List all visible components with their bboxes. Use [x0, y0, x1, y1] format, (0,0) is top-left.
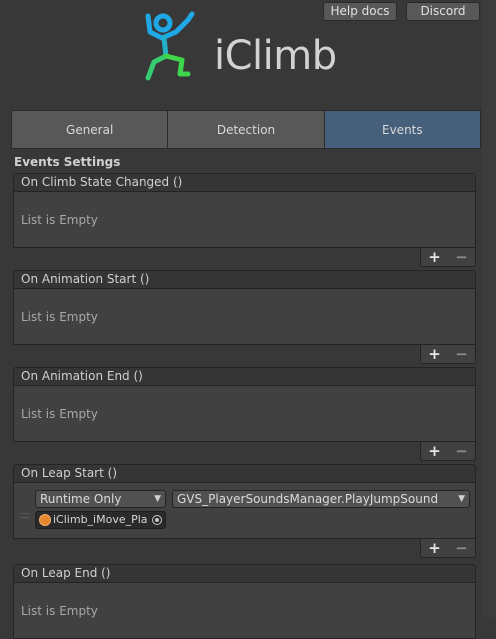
remove-button[interactable]: −	[455, 345, 468, 363]
discord-button[interactable]: Discord	[406, 2, 480, 21]
empty-list-text: List is Empty	[13, 192, 476, 248]
target-object-field[interactable]: iClimb_iMove_Pla	[35, 511, 166, 529]
target-object-value: iClimb_iMove_Pla	[53, 513, 148, 526]
tab-bar: General Detection Events	[11, 110, 481, 149]
dropdown-arrow-icon: ▼	[458, 494, 465, 504]
object-picker-icon[interactable]	[152, 515, 162, 525]
list-controls: + −	[420, 442, 476, 461]
drag-handle-icon[interactable]: — —	[20, 510, 29, 523]
tab-events[interactable]: Events	[324, 110, 481, 149]
event-animation-end: On Animation End () List is Empty + −	[13, 367, 476, 461]
add-button[interactable]: +	[428, 442, 441, 460]
add-button[interactable]: +	[428, 345, 441, 363]
runtime-mode-dropdown[interactable]: Runtime Only ▼	[35, 490, 166, 508]
event-title: On Leap Start ()	[13, 464, 476, 483]
climber-logo-icon	[140, 10, 210, 87]
gameobject-icon	[39, 514, 51, 526]
add-button[interactable]: +	[428, 539, 441, 557]
tab-detection[interactable]: Detection	[168, 110, 325, 149]
section-title: Events Settings	[14, 155, 121, 169]
event-title: On Leap End ()	[13, 564, 476, 583]
help-docs-button[interactable]: Help docs	[323, 2, 397, 21]
dropdown-arrow-icon: ▼	[154, 494, 161, 504]
event-climb-state-changed: On Climb State Changed () List is Empty …	[13, 173, 476, 267]
list-controls: + −	[420, 539, 476, 558]
remove-button[interactable]: −	[455, 539, 468, 557]
list-controls: + −	[420, 248, 476, 267]
add-button[interactable]: +	[428, 248, 441, 266]
logo-text: iClimb	[214, 33, 337, 79]
tab-general[interactable]: General	[11, 110, 169, 149]
event-animation-start: On Animation Start () List is Empty + −	[13, 270, 476, 364]
scrollbar[interactable]	[482, 0, 496, 617]
runtime-mode-value: Runtime Only	[40, 492, 122, 506]
event-leap-end: On Leap End () List is Empty	[13, 564, 476, 639]
remove-button[interactable]: −	[455, 442, 468, 460]
event-title: On Climb State Changed ()	[13, 173, 476, 192]
event-title: On Animation Start ()	[13, 270, 476, 289]
empty-list-text: List is Empty	[13, 289, 476, 345]
list-controls: + −	[420, 345, 476, 364]
function-dropdown[interactable]: GVS_PlayerSoundsManager.PlayJumpSound ▼	[172, 490, 470, 508]
empty-list-text: List is Empty	[13, 583, 476, 639]
event-title: On Animation End ()	[13, 367, 476, 386]
remove-button[interactable]: −	[455, 248, 468, 266]
listener-row: — — Runtime Only ▼ GVS_PlayerSoundsManage…	[13, 483, 476, 539]
empty-list-text: List is Empty	[13, 386, 476, 442]
event-leap-start: On Leap Start () — — Runtime Only ▼ GVS_P…	[13, 464, 476, 558]
function-value: GVS_PlayerSoundsManager.PlayJumpSound	[177, 492, 439, 506]
